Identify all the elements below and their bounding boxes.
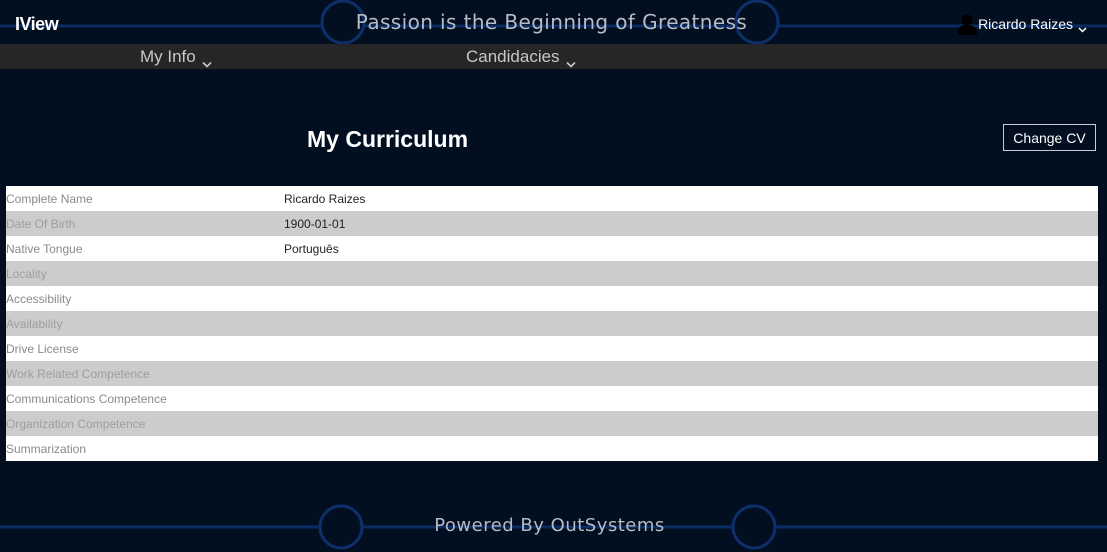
field-label: Locality	[6, 266, 47, 281]
field-label: Organization Competence	[6, 416, 146, 431]
table-row: Date Of Birth 1900-01-01	[6, 211, 1098, 236]
table-row: Summarization	[6, 436, 1098, 461]
field-label: Complete Name	[6, 191, 93, 206]
field-label: Accessibility	[6, 291, 72, 306]
table-row: Locality	[6, 261, 1098, 286]
field-value	[284, 261, 1098, 286]
field-label: Availability	[6, 316, 63, 331]
field-label: Communications Competence	[6, 391, 167, 406]
top-header: IView Passion is the Beginning of Greatn…	[0, 0, 1107, 44]
field-label: Date Of Birth	[6, 216, 76, 231]
field-value	[284, 361, 1098, 386]
main-menu-bar: My Info Candidacies	[0, 44, 1107, 69]
page-title: My Curriculum	[307, 126, 469, 152]
field-value	[284, 286, 1098, 311]
table-row: Work Related Competence	[6, 361, 1098, 386]
table-row: Native Tongue Português	[6, 236, 1098, 261]
menu-item-candidacies[interactable]: Candidacies	[466, 47, 576, 68]
table-row: Organization Competence	[6, 411, 1098, 436]
table-row: Drive License	[6, 336, 1098, 361]
user-menu[interactable]: Ricardo Raizes	[956, 13, 1087, 35]
footer-powered-by: Powered By OutSystems	[434, 515, 665, 536]
menu-item-my-info[interactable]: My Info	[140, 47, 212, 68]
user-name: Ricardo Raizes	[978, 16, 1073, 32]
chevron-down-icon	[1078, 21, 1087, 33]
change-cv-button[interactable]: Change CV	[1003, 124, 1096, 151]
chevron-down-icon	[565, 54, 576, 68]
field-value: 1900-01-01	[284, 216, 346, 231]
field-value	[284, 436, 1098, 461]
table-row: Availability	[6, 311, 1098, 336]
page-footer: Powered By OutSystems	[0, 500, 1107, 552]
curriculum-table: Complete Name Ricardo Raizes Date Of Bir…	[6, 186, 1098, 461]
field-value	[284, 336, 1098, 361]
table-row: Communications Competence	[6, 386, 1098, 411]
field-label: Summarization	[6, 441, 87, 456]
field-label: Work Related Competence	[6, 366, 150, 381]
tagline: Passion is the Beginning of Greatness	[355, 10, 748, 34]
table-row: Complete Name Ricardo Raizes	[6, 186, 1098, 211]
user-silhouette-icon	[956, 13, 978, 35]
field-value: Português	[284, 241, 339, 256]
field-value: Ricardo Raizes	[284, 191, 366, 206]
chevron-down-icon	[202, 54, 212, 68]
table-row: Accessibility	[6, 286, 1098, 311]
field-label: Drive License	[6, 341, 79, 356]
field-value	[284, 311, 1098, 336]
field-value	[284, 411, 1098, 436]
field-value	[284, 386, 1098, 411]
menu-item-label: My Info	[140, 47, 196, 66]
field-label: Native Tongue	[6, 241, 83, 256]
menu-item-label: Candidacies	[466, 47, 560, 66]
